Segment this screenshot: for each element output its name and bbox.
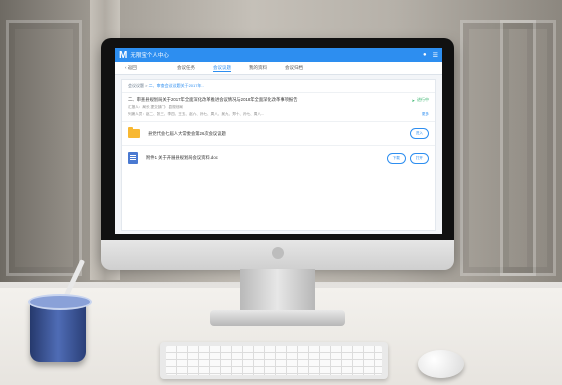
tab-meeting-tasks[interactable]: 会议任务 <box>177 65 195 71</box>
receivers-row: 列席人员：赵二、张三、李四、王五、赵六、孙七、周八、吴九、郑十、孙七、周八...… <box>122 111 435 121</box>
file-name: 附件1 关于开展县规划局会议资料.doc <box>146 155 218 160</box>
wall-panel <box>500 20 556 276</box>
app-logo: M <box>119 49 128 61</box>
tab-my-materials[interactable]: 我的资料 <box>249 65 267 71</box>
mouse <box>418 350 464 378</box>
tab-bar: ‹ 返回 会议任务 会议议题 我的资料 会议归档 <box>115 62 442 75</box>
topic-title: 二、审查县规划局关于2017年全面深化改革推进会议情况与2018年全面深化改革事… <box>128 97 298 102</box>
screen: M 无限宝个人中心 ● ☰ ‹ 返回 会议任务 会议议题 我的资料 会议归档 会… <box>115 48 442 234</box>
file-row[interactable]: 附件1 关于开展县规划局会议资料.doc 下载 打开 <box>122 145 435 170</box>
send-icon: ➤ <box>411 97 415 103</box>
keyboard <box>160 342 388 379</box>
tab-meeting-archive[interactable]: 会议归档 <box>285 65 303 71</box>
breadcrumb-link[interactable]: 二、审查会议议题关于2017年.. <box>149 83 204 88</box>
status-text: 进行中 <box>417 97 429 102</box>
topic-header: 二、审查县规划局关于2017年全面深化改革推进会议情况与2018年全面深化改革事… <box>122 93 435 104</box>
content-card: 会议议题 > 二、审查会议议题关于2017年.. 二、审查县规划局关于2017年… <box>121 79 436 231</box>
monitor-logo <box>272 247 284 259</box>
topic-meta: 汇报人：局长 提交部门：县规划局 <box>128 105 183 109</box>
download-button[interactable]: 下载 <box>386 152 406 164</box>
word-doc-icon <box>128 152 138 164</box>
monitor-stand <box>240 269 315 315</box>
breadcrumb: 会议议题 > 二、审查会议议题关于2017年.. <box>122 80 435 93</box>
status-badge: ➤ 进行中 <box>412 97 429 103</box>
file-row[interactable]: 县党代会七届人大常委会第26次会议议题 进入 <box>122 121 435 145</box>
back-button[interactable]: ‹ 返回 <box>125 65 159 71</box>
file-name: 县党代会七届人大常委会第26次会议议题 <box>148 130 226 136</box>
user-icon[interactable]: ● <box>423 52 427 59</box>
app-header: M 无限宝个人中心 ● ☰ <box>115 48 442 62</box>
open-button[interactable]: 打开 <box>409 152 429 164</box>
more-link[interactable]: 更多 <box>422 112 429 117</box>
menu-icon[interactable]: ☰ <box>433 52 438 59</box>
tab-meeting-topics[interactable]: 会议议题 <box>213 65 231 72</box>
back-label: 返回 <box>127 65 137 70</box>
monitor-stand-foot <box>210 310 345 326</box>
breadcrumb-prefix: 会议议题 > <box>128 83 148 88</box>
enter-button[interactable]: 进入 <box>409 128 429 139</box>
app-title: 无限宝个人中心 <box>130 53 169 59</box>
wall-panel <box>6 20 82 276</box>
folder-icon <box>128 127 140 138</box>
cup-rim <box>28 294 92 310</box>
receivers-list: 列席人员：赵二、张三、李四、王五、赵六、孙七、周八、吴九、郑十、孙七、周八... <box>128 112 264 116</box>
keyboard-keys <box>166 346 382 375</box>
